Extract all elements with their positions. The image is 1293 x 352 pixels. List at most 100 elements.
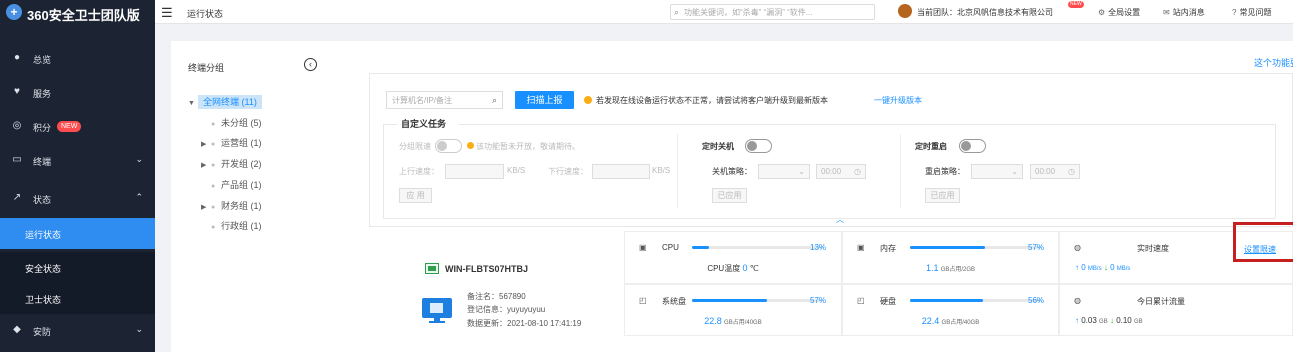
tree-node-label: 行政组 (1)	[221, 221, 262, 231]
dot-icon: ●	[211, 224, 216, 231]
arrow-up-icon: ↑	[1075, 316, 1079, 325]
help-link[interactable]: ? 常见问题	[1232, 7, 1271, 18]
system-disk-metric: ◰ 系统盘 57% 22.8 GB占用/40GB	[624, 284, 842, 336]
shield-icon: ◆	[13, 324, 21, 335]
sidebar-item-points[interactable]: ◎ 积分 NEW	[0, 112, 155, 142]
tree-node[interactable]: ● 未分组 (5)	[211, 116, 262, 129]
collapse-panel-button[interactable]: ‹	[304, 58, 317, 71]
tree-node-label: 开发组 (2)	[221, 159, 262, 169]
windows-icon	[425, 263, 439, 274]
tree-node[interactable]: ▶ ● 运营组 (1)	[201, 136, 262, 149]
reboot-strategy-label: 重启策略：	[925, 167, 965, 176]
memory-progress-fill	[910, 246, 985, 249]
sidebar-item-service[interactable]: ♥ 服务	[0, 78, 155, 108]
chevron-down-icon: ⌄	[1011, 167, 1018, 176]
search-box[interactable]: ⌕	[670, 4, 875, 20]
cpu-temp-unit: ℃	[749, 264, 759, 273]
scan-report-button[interactable]: 扫描上报	[515, 91, 574, 109]
disk-icon: ◰	[639, 296, 647, 305]
cpu-metric: ▣ CPU 13% CPU温度 0 ℃	[624, 231, 842, 284]
chevron-down-icon: ⌄	[798, 167, 805, 176]
sidebar-subitem-guard-status[interactable]: 卫士状态	[0, 283, 155, 314]
dot-icon: ●	[211, 204, 216, 211]
disk-metric: ◰ 硬盘 56% 22.4 GB占用/40GB	[842, 284, 1059, 336]
chevron-down-icon: ⌄	[135, 154, 143, 164]
host-search-box[interactable]: ⌕	[386, 91, 503, 109]
throttle-toggle[interactable]	[435, 139, 462, 153]
cpu-temp: CPU温度 0 ℃	[625, 263, 841, 274]
tree-node[interactable]: ▶ ● 财务组 (1)	[201, 199, 262, 212]
reboot-toggle[interactable]	[959, 139, 986, 153]
caret-right-icon[interactable]: ▶	[201, 161, 211, 169]
sidebar-item-label: 服务	[33, 89, 52, 99]
cpu-label: CPU	[662, 243, 679, 252]
memory-label: 内存	[880, 244, 896, 253]
fieldset-border	[459, 124, 1276, 125]
shutdown-toggle[interactable]	[745, 139, 772, 153]
speed-values: ↑ 0 MB/s ↓ 0 MB/s	[1075, 263, 1130, 272]
team-label[interactable]: 当前团队：北京风帆信息技术有限公司	[917, 7, 1053, 18]
computer-icon	[422, 298, 452, 323]
search-input[interactable]	[684, 6, 872, 18]
caret-right-icon[interactable]: ▶	[201, 203, 211, 211]
help-label: 常见问题	[1239, 8, 1272, 17]
device-login-info: 登记信息：yuyuyuyuu	[467, 305, 546, 314]
reboot-applied-button[interactable]: 已应用	[925, 188, 960, 203]
tree-node[interactable]: ▶ ● 开发组 (2)	[201, 157, 262, 170]
caret-down-icon[interactable]: ▼	[188, 100, 198, 107]
avatar[interactable]	[898, 4, 912, 18]
upload-speed-input[interactable]	[445, 164, 504, 179]
traffic-up-value: 0.03	[1081, 316, 1097, 325]
throttle-tip: 该功能暂未开放，敬请期待。	[476, 142, 580, 151]
points-icon: ◎	[12, 120, 22, 131]
global-settings-link[interactable]: ⚙ 全局设置	[1098, 7, 1140, 18]
sidebar-item-status[interactable]: ↗ 状态 ⌃	[0, 184, 155, 214]
arrow-down-icon: ↓	[1103, 263, 1108, 272]
shutdown-applied-button[interactable]: 已应用	[712, 188, 747, 203]
cpu-temp-value: 0	[742, 263, 748, 273]
fieldset-border	[383, 124, 397, 125]
sidebar: ● 总览 ♥ 服务 ◎ 积分 NEW ▭ 终端 ⌄ ↗ 状态 ⌃ 运行状态 安全…	[0, 24, 155, 352]
menu-toggle-icon[interactable]: ☰	[161, 5, 173, 21]
traffic-down-value: 0.10	[1116, 316, 1132, 325]
sidebar-item-label: 积分	[33, 123, 52, 133]
right-notice-link[interactable]: 这个功能要	[1254, 56, 1293, 69]
computer-base	[429, 321, 445, 323]
tree-root-all-terminals[interactable]: ▼ 全网终端 (11)	[188, 95, 262, 109]
shutdown-strategy-label: 关机策略：	[712, 167, 752, 176]
page-title: 运行状态	[187, 9, 224, 19]
upgrade-link[interactable]: 一键升级版本	[874, 95, 922, 106]
tree-node[interactable]: ● 产品组 (1)	[211, 178, 262, 191]
reboot-time-picker[interactable]: 00:00 ◷	[1030, 164, 1080, 179]
sidebar-item-overview[interactable]: ● 总览	[0, 44, 155, 74]
toggle-knob	[961, 141, 971, 151]
brand[interactable]: + 360安全卫士团队版	[0, 0, 155, 24]
tree-node[interactable]: ● 行政组 (1)	[211, 219, 262, 232]
apply-throttle-button[interactable]: 应 用	[399, 188, 432, 203]
shutdown-strategy-select[interactable]: ⌄	[758, 164, 810, 179]
traffic-unit: GB	[1134, 319, 1143, 325]
new-badge: NEW	[57, 121, 82, 132]
sidebar-item-security[interactable]: ◆ 安防 ⌄	[0, 316, 155, 346]
sidebar-subitem-label: 安全状态	[25, 264, 62, 274]
disk-detail: GB占用/40GB	[941, 320, 980, 326]
host-search-input[interactable]	[392, 95, 487, 106]
caret-right-icon[interactable]: ▶	[201, 140, 211, 148]
memory-usage: 1.1 GB占用/2GB	[843, 263, 1058, 273]
toggle-knob	[437, 141, 447, 151]
dot-icon: ●	[211, 121, 216, 128]
sidebar-item-terminal[interactable]: ▭ 终端 ⌄	[0, 146, 155, 176]
sidebar-subitem-security-status[interactable]: 安全状态	[0, 252, 155, 283]
shutdown-time-picker[interactable]: 00:00 ◷	[816, 164, 866, 179]
chevron-up-icon[interactable]: ︿	[836, 214, 844, 225]
download-speed-input[interactable]	[592, 164, 650, 179]
sidebar-subitem-run-status[interactable]: 运行状态	[0, 218, 155, 249]
reboot-strategy-select[interactable]: ⌄	[971, 164, 1023, 179]
messages-link[interactable]: ✉ 站内消息	[1163, 7, 1205, 18]
cpu-icon: ▣	[639, 243, 647, 252]
reboot-time: 00:00	[1035, 167, 1056, 176]
device-name[interactable]: WIN-FLBTS07HTBJ	[445, 264, 528, 274]
search-icon[interactable]: ⌕	[492, 95, 497, 106]
highlight-box	[1233, 222, 1293, 262]
traffic-label: 今日累计流量	[1137, 297, 1185, 306]
